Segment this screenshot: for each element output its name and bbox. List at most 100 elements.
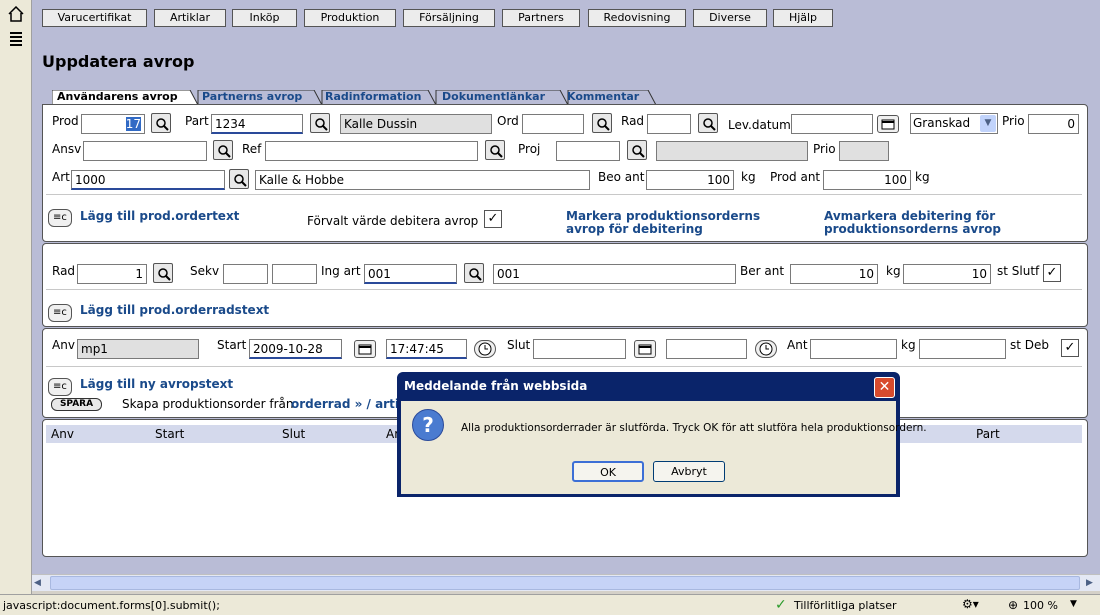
qty-st-field[interactable]: 10: [903, 264, 991, 284]
tab-dokumentlankar[interactable]: Dokumentlänkar: [442, 90, 545, 105]
anv-label: Anv: [52, 338, 75, 352]
security-icon[interactable]: ⚙▾: [962, 597, 979, 611]
col-part[interactable]: Part: [976, 427, 1000, 441]
search-icon: [469, 268, 482, 281]
menu-partners[interactable]: Partners: [502, 9, 580, 27]
levdatum-field[interactable]: [791, 114, 873, 134]
tab-kommentar[interactable]: Kommentar: [567, 90, 639, 105]
sekv-label: Sekv: [190, 264, 220, 278]
deb-checkbox[interactable]: ✓: [1061, 339, 1079, 357]
cancel-button[interactable]: Avbryt: [653, 461, 725, 482]
tab-anvandarens-avrop[interactable]: Användarens avrop: [57, 90, 178, 105]
col-anv[interactable]: Anv: [51, 427, 74, 441]
mark-debit-link-line2[interactable]: avrop för debitering: [566, 222, 703, 236]
status-select[interactable]: Granskad ▼: [910, 113, 998, 134]
slut-time-button[interactable]: [755, 340, 777, 358]
add-text-icon[interactable]: ≡c: [48, 209, 72, 227]
levdatum-calendar-button[interactable]: [877, 115, 899, 133]
status-zone: Tillförlitliga platser: [794, 599, 897, 612]
menu-inkop[interactable]: Inköp: [232, 9, 297, 27]
ord-field[interactable]: [522, 114, 584, 134]
proj-label: Proj: [518, 142, 541, 156]
ansv-search-button[interactable]: [213, 140, 233, 160]
menu-hjalp[interactable]: Hjälp: [773, 9, 833, 27]
scroll-right-icon[interactable]: ▶: [1086, 577, 1098, 589]
ber-ant-field[interactable]: 10: [790, 264, 878, 284]
dialog-close-button[interactable]: ✕: [874, 377, 895, 398]
rad-search-button[interactable]: [698, 113, 718, 133]
prod-search-button[interactable]: [151, 113, 171, 133]
slut-label: Slut: [507, 338, 531, 352]
search-icon: [158, 268, 171, 281]
add-text-icon[interactable]: ≡c: [48, 304, 72, 322]
unmark-debit-link-line1[interactable]: Avmarkera debitering för: [824, 209, 995, 223]
status-url: javascript:document.forms[0].submit();: [3, 599, 220, 612]
slutf-checkbox[interactable]: ✓: [1043, 264, 1061, 282]
add-prod-orderradstext-link[interactable]: Lägg till prod.orderradstext: [80, 303, 269, 317]
sekv-field-1[interactable]: [223, 264, 268, 284]
proj-field[interactable]: [556, 141, 620, 161]
default-debit-checkbox[interactable]: ✓: [484, 210, 502, 228]
save-button[interactable]: SPARA: [51, 398, 102, 411]
menu-artiklar[interactable]: Artiklar: [154, 9, 226, 27]
ing-art-field[interactable]: 001: [364, 264, 457, 284]
row-rad-search-button[interactable]: [153, 263, 173, 283]
menu-forsaljning[interactable]: Försäljning: [403, 9, 495, 27]
proj-search-button[interactable]: [627, 140, 647, 160]
list-icon[interactable]: [8, 30, 24, 46]
art-search-button[interactable]: [229, 169, 249, 189]
start-date-field[interactable]: 2009-10-28: [249, 339, 342, 359]
prio-field[interactable]: 0: [1028, 114, 1079, 134]
add-prod-ordertext-link[interactable]: Lägg till prod.ordertext: [80, 209, 239, 223]
rad-field[interactable]: [647, 114, 691, 134]
status-zoom[interactable]: 100 %: [1023, 599, 1058, 612]
zoom-icon[interactable]: ⊕: [1008, 598, 1018, 612]
ing-art-label: Ing art: [321, 264, 361, 278]
slut-time-field[interactable]: [666, 339, 747, 359]
horizontal-scrollbar[interactable]: ◀ ▶: [32, 574, 1100, 591]
ant-field[interactable]: [810, 339, 897, 359]
ber-ant-label: Ber ant: [740, 264, 785, 278]
start-time-button[interactable]: [474, 340, 496, 358]
scrollbar-thumb[interactable]: [50, 576, 1080, 590]
start-time-field[interactable]: 17:47:45: [386, 339, 467, 359]
menu-varucertifikat[interactable]: Varucertifikat: [42, 9, 147, 27]
col-start[interactable]: Start: [155, 427, 184, 441]
divider: [46, 194, 1082, 195]
search-icon: [234, 174, 247, 187]
scroll-left-icon[interactable]: ◀: [34, 577, 46, 589]
home-icon[interactable]: [8, 5, 24, 22]
create-from-orderrad-link[interactable]: orderrad » / arti: [291, 397, 399, 411]
add-avropstext-link[interactable]: Lägg till ny avropstext: [80, 377, 233, 391]
ansv-field[interactable]: [83, 141, 207, 161]
st-field[interactable]: [919, 339, 1006, 359]
mark-debit-link-line1[interactable]: Markera produktionsorderns: [566, 209, 760, 223]
menu-produktion[interactable]: Produktion: [304, 9, 396, 27]
prio-label: Prio: [1002, 114, 1025, 128]
tab-radinformation[interactable]: Radinformation: [325, 90, 421, 105]
col-slut[interactable]: Slut: [282, 427, 305, 441]
sekv-field-2[interactable]: [272, 264, 317, 284]
calendar-icon: [881, 119, 895, 130]
slut-date-field[interactable]: [533, 339, 626, 359]
ing-art-search-button[interactable]: [464, 263, 484, 283]
menu-diverse[interactable]: Diverse: [693, 9, 767, 27]
beo-ant-field[interactable]: 100: [646, 170, 734, 190]
unmark-debit-link-line2[interactable]: produktionsorderns avrop: [824, 222, 1001, 236]
menu-redovisning[interactable]: Redovisning: [588, 9, 686, 27]
art-field[interactable]: 1000: [71, 170, 225, 190]
ref-field[interactable]: [265, 141, 478, 161]
part-search-button[interactable]: [310, 113, 330, 133]
ref-search-button[interactable]: [485, 140, 505, 160]
ok-button[interactable]: OK: [572, 461, 644, 482]
tab-partnerns-avrop[interactable]: Partnerns avrop: [202, 90, 302, 105]
prod-ant-field[interactable]: 100: [823, 170, 911, 190]
part-field[interactable]: 1234: [211, 114, 303, 134]
row-rad-field[interactable]: 1: [77, 264, 147, 284]
start-calendar-button[interactable]: [354, 340, 376, 358]
slut-calendar-button[interactable]: [634, 340, 656, 358]
ord-search-button[interactable]: [592, 113, 612, 133]
zoom-dropdown-icon[interactable]: ▼: [1070, 599, 1077, 609]
add-text-icon[interactable]: ≡c: [48, 378, 72, 396]
prod-field[interactable]: 17: [81, 114, 145, 134]
